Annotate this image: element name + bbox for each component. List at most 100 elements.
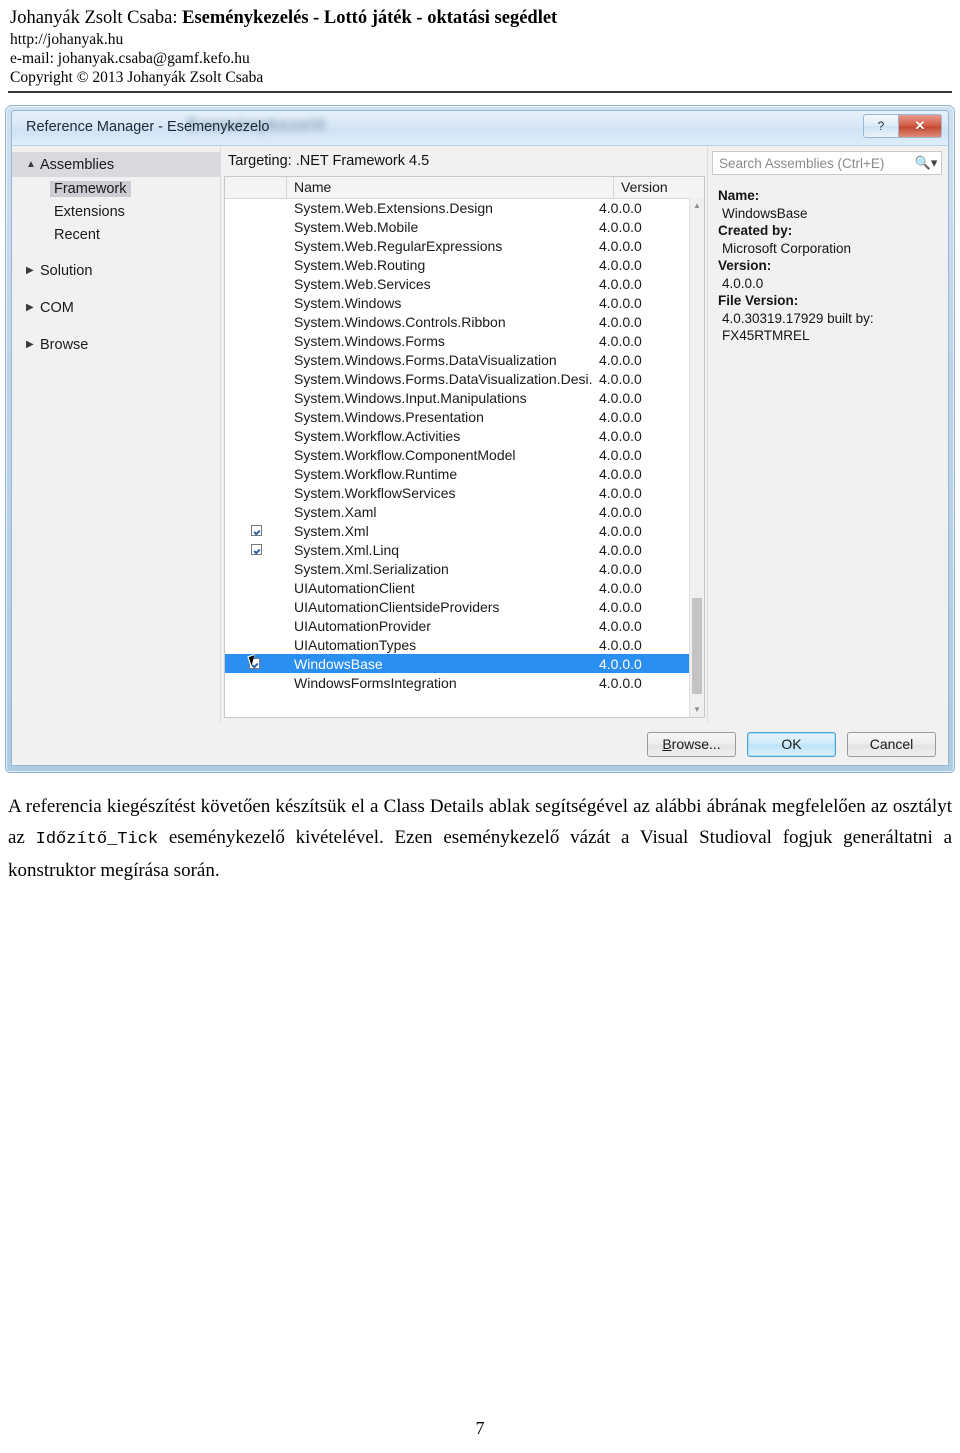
row-checkbox[interactable] [225,487,287,498]
scroll-down-icon[interactable]: ▼ [690,702,704,717]
checkbox-with-cursor[interactable] [246,654,264,671]
row-checkbox[interactable] [225,278,287,289]
row-checkbox[interactable] [225,392,287,403]
row-checkbox[interactable] [225,677,287,688]
checkbox-icon[interactable] [250,525,262,536]
nav-item-label: Recent [54,226,100,243]
table-row[interactable]: UIAutomationTypes 4.0.0.0 [225,635,689,654]
window-inner: Eseménykezelő Reference Manager - Esemen… [11,110,949,766]
cell-version: 4.0.0.0 [599,522,642,539]
row-checkbox[interactable] [225,620,287,631]
cell-version: 4.0.0.0 [599,541,642,558]
row-checkbox[interactable] [225,335,287,346]
nav-group-assemblies[interactable]: ▲ Assemblies [12,152,220,177]
row-checkbox[interactable] [225,221,287,232]
nav-item-label: Framework [50,180,131,197]
row-checkbox[interactable] [225,468,287,479]
window-titlebar[interactable]: Eseménykezelő Reference Manager - Esemen… [12,111,948,146]
row-checkbox[interactable] [225,601,287,612]
detail-value-name: WindowsBase [722,205,808,221]
nav-group-browse[interactable]: ▶ Browse [12,332,220,357]
checkbox-icon[interactable] [250,544,262,555]
table-row[interactable]: System.Web.Services 4.0.0.0 [225,274,689,293]
scroll-up-icon[interactable]: ▲ [690,198,704,213]
document-copyright: Copyright © 2013 Johanyák Zsolt Csaba [10,69,264,86]
row-checkbox[interactable] [225,316,287,327]
cancel-button[interactable]: Cancel [847,731,936,757]
ok-button[interactable]: OK [747,731,836,757]
cell-version: 4.0.0.0 [599,636,642,653]
table-row[interactable]: System.Windows 4.0.0.0 [225,293,689,312]
row-checkbox[interactable] [225,654,287,671]
table-row[interactable]: UIAutomationClientsideProviders 4.0.0.0 [225,597,689,616]
browse-button[interactable]: Browse... [647,731,736,757]
nav-group-label: COM [40,299,74,316]
table-row[interactable]: System.Xml.Linq 4.0.0.0 [225,540,689,559]
row-checkbox[interactable] [225,259,287,270]
row-checkbox[interactable] [225,563,287,574]
table-row[interactable]: System.Xaml 4.0.0.0 [225,502,689,521]
cell-name: System.Windows.Input.Manipulations [294,389,527,406]
scrollbar-track[interactable] [690,213,704,702]
nav-item-extensions[interactable]: Extensions [12,200,220,223]
cell-name: System.Windows.Presentation [294,408,484,425]
table-row[interactable]: WindowsBase 4.0.0.0 [225,654,689,673]
dialog-body: ▲ Assemblies Framework Extensions Recent [12,146,948,765]
row-checkbox[interactable] [225,354,287,365]
table-row[interactable]: System.Workflow.Runtime 4.0.0.0 [225,464,689,483]
help-button[interactable]: ? [863,114,899,138]
table-row[interactable]: System.Web.Extensions.Design 4.0.0.0 [225,198,689,217]
table-row[interactable]: System.WorkflowServices 4.0.0.0 [225,483,689,502]
row-checkbox[interactable] [225,411,287,422]
table-row[interactable]: System.Web.Mobile 4.0.0.0 [225,217,689,236]
cell-version: 4.0.0.0 [599,408,642,425]
chevron-right-icon: ▶ [26,339,34,350]
nav-group-solution[interactable]: ▶ Solution [12,258,220,283]
table-row[interactable]: WindowsFormsIntegration 4.0.0.0 [225,673,689,692]
close-button[interactable]: ✕ [899,114,942,138]
table-row[interactable]: System.Web.RegularExpressions 4.0.0.0 [225,236,689,255]
nav-item-framework[interactable]: Framework [12,177,220,200]
row-checkbox[interactable] [225,582,287,593]
row-checkbox[interactable] [225,449,287,460]
scrollbar-thumb[interactable] [692,598,702,694]
row-checkbox[interactable] [225,202,287,213]
reference-manager-window: Eseménykezelő Reference Manager - Esemen… [5,105,955,773]
row-checkbox[interactable] [225,544,287,555]
navigation-pane: ▲ Assemblies Framework Extensions Recent [12,146,221,722]
nav-group-com[interactable]: ▶ COM [12,295,220,320]
table-row[interactable]: System.Windows.Forms.DataVisualization.D… [225,369,689,388]
row-checkbox[interactable] [225,297,287,308]
row-checkbox[interactable] [225,525,287,536]
cell-version: 4.0.0.0 [599,275,642,292]
nav-item-recent[interactable]: Recent [12,223,220,246]
row-checkbox[interactable] [225,639,287,650]
row-checkbox[interactable] [225,240,287,251]
table-row[interactable]: System.Xml 4.0.0.0 [225,521,689,540]
row-checkbox[interactable] [225,506,287,517]
search-icon[interactable]: 🔍▾ [911,155,941,171]
table-row[interactable]: UIAutomationClient 4.0.0.0 [225,578,689,597]
cell-version: 4.0.0.0 [599,199,642,216]
cell-version: 4.0.0.0 [599,446,642,463]
row-checkbox[interactable] [225,430,287,441]
table-row[interactable]: System.Workflow.Activities 4.0.0.0 [225,426,689,445]
table-row[interactable]: System.Windows.Input.Manipulations 4.0.0.… [225,388,689,407]
table-row[interactable]: System.Workflow.ComponentModel 4.0.0.0 [225,445,689,464]
row-checkbox[interactable] [225,373,287,384]
column-header-version[interactable]: Version [614,177,704,198]
column-header-name[interactable]: Name [287,177,614,198]
search-box[interactable]: Search Assemblies (Ctrl+E) 🔍▾ [712,151,942,175]
table-row[interactable]: System.Windows.Forms.DataVisualization 4.… [225,350,689,369]
table-row[interactable]: System.Windows.Controls.Ribbon 4.0.0.0 [225,312,689,331]
search-input[interactable]: Search Assemblies (Ctrl+E) [713,156,911,171]
cell-name: System.Xml.Linq [294,541,400,558]
table-row[interactable]: System.Web.Routing 4.0.0.0 [225,255,689,274]
table-row[interactable]: System.Windows.Forms 4.0.0.0 [225,331,689,350]
grid-scrollbar[interactable]: ▲ ▼ [689,198,704,717]
caption-buttons: ? ✕ [863,114,942,138]
table-row[interactable]: System.Windows.Presentation 4.0.0.0 [225,407,689,426]
column-header-checkbox[interactable] [225,177,287,198]
table-row[interactable]: UIAutomationProvider 4.0.0.0 [225,616,689,635]
table-row[interactable]: System.Xml.Serialization 4.0.0.0 [225,559,689,578]
